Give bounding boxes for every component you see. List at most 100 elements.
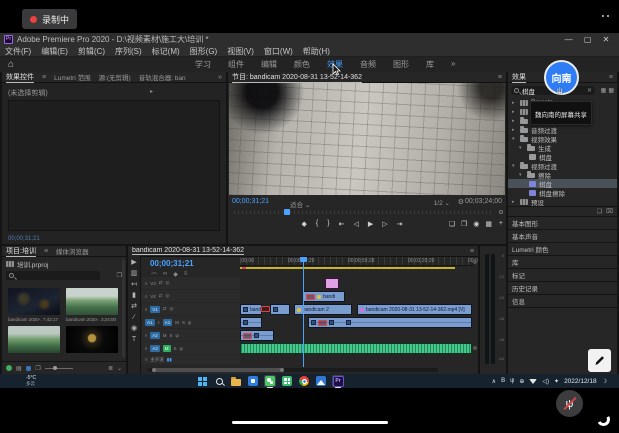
program-playhead-knob[interactable] bbox=[284, 209, 290, 215]
selection-tool-icon[interactable]: ▶ bbox=[131, 259, 136, 266]
graphic-clip[interactable] bbox=[325, 278, 339, 289]
new-preset-bin-icon[interactable]: ▦ bbox=[601, 87, 607, 94]
tree-item-checkerboard-transition[interactable]: 棋盘 bbox=[508, 179, 617, 188]
language-icon[interactable]: ⊕ bbox=[519, 378, 524, 385]
music-audio-clip[interactable] bbox=[240, 343, 472, 354]
mark-in-icon[interactable]: { bbox=[316, 220, 318, 228]
play-icon[interactable]: ▶ bbox=[368, 220, 373, 228]
track-output-eye-icon[interactable]: ◎ bbox=[166, 280, 170, 286]
tab-overflow-icon[interactable]: » bbox=[218, 74, 222, 81]
sync-lock-icon[interactable]: ⇄ bbox=[163, 306, 167, 312]
thumbnail-zoom-slider[interactable] bbox=[45, 368, 73, 369]
track-header-a1[interactable]: A1 ◊ A1 M S ψ bbox=[142, 316, 240, 328]
menu-edit[interactable]: 编辑(E) bbox=[41, 46, 68, 57]
tab-lumetri-scopes[interactable]: Lumetri 范围 bbox=[54, 72, 90, 82]
solo-button[interactable]: S bbox=[174, 346, 177, 351]
taskbar-search-button[interactable] bbox=[213, 375, 225, 387]
settings-wrench-icon[interactable]: ⚙ bbox=[458, 198, 464, 206]
project-panel-menu-icon[interactable]: ≡ bbox=[44, 248, 48, 255]
workspace-learn[interactable]: 学习 bbox=[195, 59, 211, 70]
tab-source-monitor[interactable]: 源:(无剪辑) bbox=[99, 72, 131, 82]
taskbar-weather[interactable]: -5°C 多云 bbox=[26, 375, 36, 387]
taskbar-date[interactable]: 2022/12/18 bbox=[564, 378, 597, 385]
project-writable-icon[interactable] bbox=[6, 365, 12, 371]
go-to-in-icon[interactable]: ⇤ bbox=[339, 220, 345, 228]
menu-view[interactable]: 视图(V) bbox=[227, 46, 254, 57]
track-name[interactable]: A3 bbox=[150, 345, 160, 352]
tab-lumetri-color[interactable]: Lumetri 颜色 bbox=[508, 243, 617, 256]
tab-info[interactable]: 信息 bbox=[508, 295, 617, 308]
lock-icon[interactable]: ◊ bbox=[145, 294, 147, 299]
video-clip[interactable]: bandi bbox=[240, 304, 262, 315]
icon-view-icon[interactable]: ▦ bbox=[26, 365, 32, 372]
add-marker-icon[interactable]: ◆ bbox=[302, 220, 307, 228]
green-app-button[interactable] bbox=[281, 375, 293, 387]
track-name[interactable]: V1 bbox=[150, 306, 160, 313]
step-back-icon[interactable]: ◁ bbox=[353, 220, 358, 228]
track-name[interactable]: A1 bbox=[163, 319, 173, 326]
menu-window[interactable]: 窗口(W) bbox=[264, 46, 293, 57]
clear-search-icon[interactable]: ✕ bbox=[587, 87, 592, 94]
export-frame-icon[interactable]: ◉ bbox=[473, 220, 479, 228]
track-header-a2[interactable]: ◊ A2 M S ψ bbox=[142, 329, 240, 341]
lock-icon[interactable]: ◊ bbox=[145, 357, 147, 362]
voiceover-mic-icon[interactable]: ψ bbox=[180, 346, 183, 351]
tray-expand-icon[interactable]: ∧ bbox=[492, 378, 496, 385]
tree-item-video-effects[interactable]: ▾视频效果 bbox=[508, 134, 617, 143]
share-toolbar-handle[interactable] bbox=[232, 421, 388, 424]
lift-icon[interactable]: ❏ bbox=[449, 220, 455, 228]
tab-project[interactable]: 项目:培训 bbox=[6, 246, 36, 257]
clip-thumbnail[interactable] bbox=[8, 326, 60, 353]
menu-graphics[interactable]: 图形(G) bbox=[190, 46, 218, 57]
lock-icon[interactable]: ◊ bbox=[145, 307, 147, 312]
workspace-assembly[interactable]: 组件 bbox=[228, 59, 244, 70]
timeline-scroll-knob[interactable] bbox=[473, 260, 477, 264]
start-button[interactable] bbox=[196, 375, 208, 387]
file-explorer-button[interactable] bbox=[230, 375, 242, 387]
tree-item-wipe[interactable]: ▾擦除 bbox=[508, 170, 617, 179]
project-scrollbar[interactable] bbox=[122, 260, 125, 358]
recording-badge[interactable]: 录制中 bbox=[22, 9, 77, 29]
track-output-eye-icon[interactable]: ◎ bbox=[170, 306, 174, 312]
extract-icon[interactable]: ❐ bbox=[461, 220, 467, 228]
track-header-a3[interactable]: ◊ A3 M S ψ bbox=[142, 342, 240, 354]
audio-clip[interactable] bbox=[240, 317, 262, 328]
solo-button[interactable]: S bbox=[170, 333, 173, 338]
workspace-editing[interactable]: 编辑 bbox=[261, 59, 277, 70]
effects-panel-menu-icon[interactable]: ≡ bbox=[609, 74, 613, 81]
solo-button[interactable]: S bbox=[182, 320, 185, 325]
lock-icon[interactable]: ◊ bbox=[145, 281, 147, 286]
clip-thumbnail[interactable] bbox=[66, 288, 118, 315]
video-clip[interactable]: bandi bbox=[303, 291, 345, 302]
close-button[interactable]: ✕ bbox=[603, 35, 610, 44]
wechat-button[interactable] bbox=[264, 375, 276, 387]
blue-app-button[interactable] bbox=[247, 375, 259, 387]
collapse-triangle-icon[interactable]: ▸ bbox=[150, 88, 153, 95]
clip-thumbnail[interactable] bbox=[66, 326, 118, 353]
track-header-v1[interactable]: ◊ V1 ⇄ ◎ bbox=[142, 303, 240, 315]
sync-lock-icon[interactable]: ⇄ bbox=[159, 280, 163, 286]
track-header-master[interactable]: ◊ 主声道 ▮▮ bbox=[142, 355, 240, 364]
voiceover-mic-icon[interactable]: ψ bbox=[188, 320, 191, 325]
playhead-line[interactable] bbox=[303, 257, 304, 367]
tab-program-monitor[interactable]: 节目: bandicam 2020-08-31 13-52-14-362 bbox=[232, 72, 362, 83]
menu-marker[interactable]: 标记(M) bbox=[152, 46, 180, 57]
tab-effect-controls[interactable]: 效果控件 bbox=[6, 72, 34, 83]
mute-button[interactable]: M bbox=[175, 320, 179, 325]
menu-help[interactable]: 帮助(H) bbox=[303, 46, 330, 57]
mute-button[interactable]: M bbox=[163, 333, 167, 338]
mark-out-icon[interactable]: } bbox=[327, 220, 329, 228]
tab-audio-track-mixer[interactable]: 音轨混合器: ban bbox=[139, 72, 186, 82]
maximize-button[interactable]: ▢ bbox=[584, 35, 592, 44]
new-custom-bin-icon[interactable]: ▦ bbox=[608, 87, 614, 94]
tray-mic-icon[interactable]: ψ bbox=[510, 378, 514, 384]
video-clip[interactable]: bandicam 2020-08-31 13-52-14-362.mp4 [V] bbox=[357, 304, 472, 315]
premiere-taskbar-button[interactable]: Pr bbox=[332, 375, 344, 387]
project-search-input[interactable] bbox=[6, 271, 100, 280]
workspace-audio[interactable]: 音频 bbox=[360, 59, 376, 70]
annotation-pen-button[interactable] bbox=[588, 349, 611, 372]
workspace-overflow-icon[interactable]: » bbox=[451, 59, 455, 70]
tab-sequence[interactable]: bandicam 2020-08-31 13-52-14-362 bbox=[132, 247, 244, 255]
source-patch[interactable]: A1 bbox=[145, 319, 155, 326]
workspace-graphics[interactable]: 图形 bbox=[393, 59, 409, 70]
